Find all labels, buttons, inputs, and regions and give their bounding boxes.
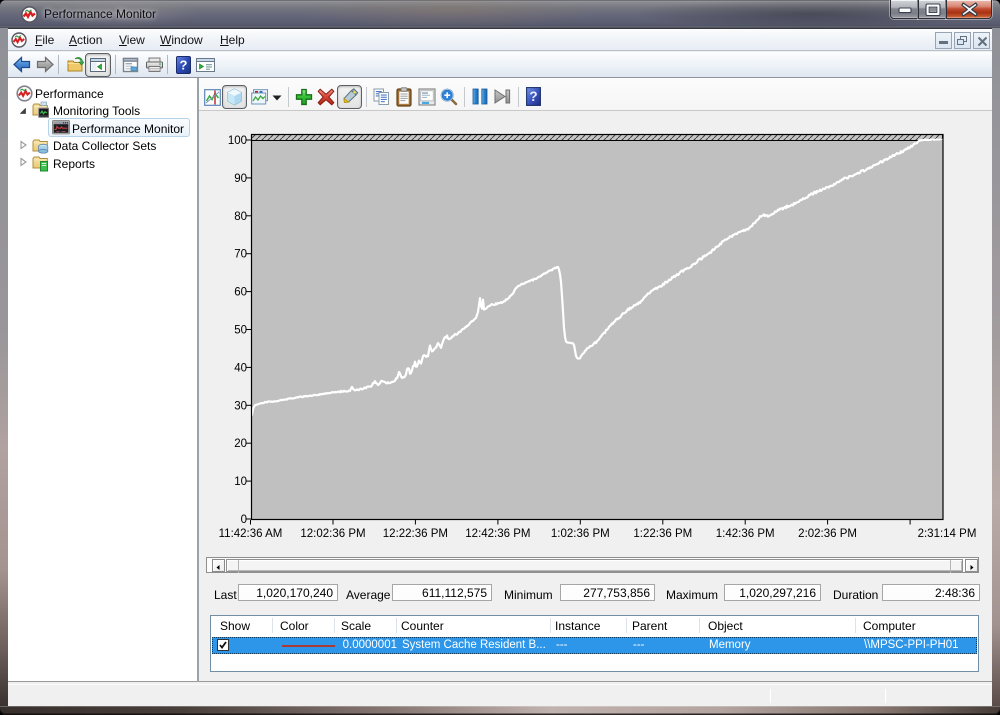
svg-text:2:31:14 PM: 2:31:14 PM [918, 528, 977, 540]
svg-text:0: 0 [241, 514, 247, 526]
svg-text:12:02:36 PM: 12:02:36 PM [300, 528, 365, 540]
svg-text:20: 20 [234, 438, 247, 450]
svg-text:11:42:36 AM: 11:42:36 AM [219, 528, 283, 540]
svg-text:12:42:36 PM: 12:42:36 PM [465, 528, 530, 540]
svg-text:1:42:36 PM: 1:42:36 PM [716, 528, 775, 540]
svg-text:?: ? [529, 89, 537, 104]
svg-text:70: 70 [234, 249, 247, 261]
svg-text:50: 50 [234, 325, 247, 337]
svg-text:1:22:36 PM: 1:22:36 PM [633, 528, 692, 540]
svg-text:80: 80 [234, 211, 247, 223]
svg-text:2:02:36 PM: 2:02:36 PM [798, 528, 857, 540]
svg-text:60: 60 [234, 287, 247, 299]
svg-text:100: 100 [228, 135, 247, 147]
svg-text:?: ? [180, 58, 188, 73]
svg-text:90: 90 [234, 173, 247, 185]
svg-text:12:22:36 PM: 12:22:36 PM [383, 528, 448, 540]
svg-text:1:02:36 PM: 1:02:36 PM [551, 528, 610, 540]
svg-text:10: 10 [234, 476, 247, 488]
svg-text:30: 30 [234, 400, 247, 412]
svg-text:40: 40 [234, 362, 247, 374]
